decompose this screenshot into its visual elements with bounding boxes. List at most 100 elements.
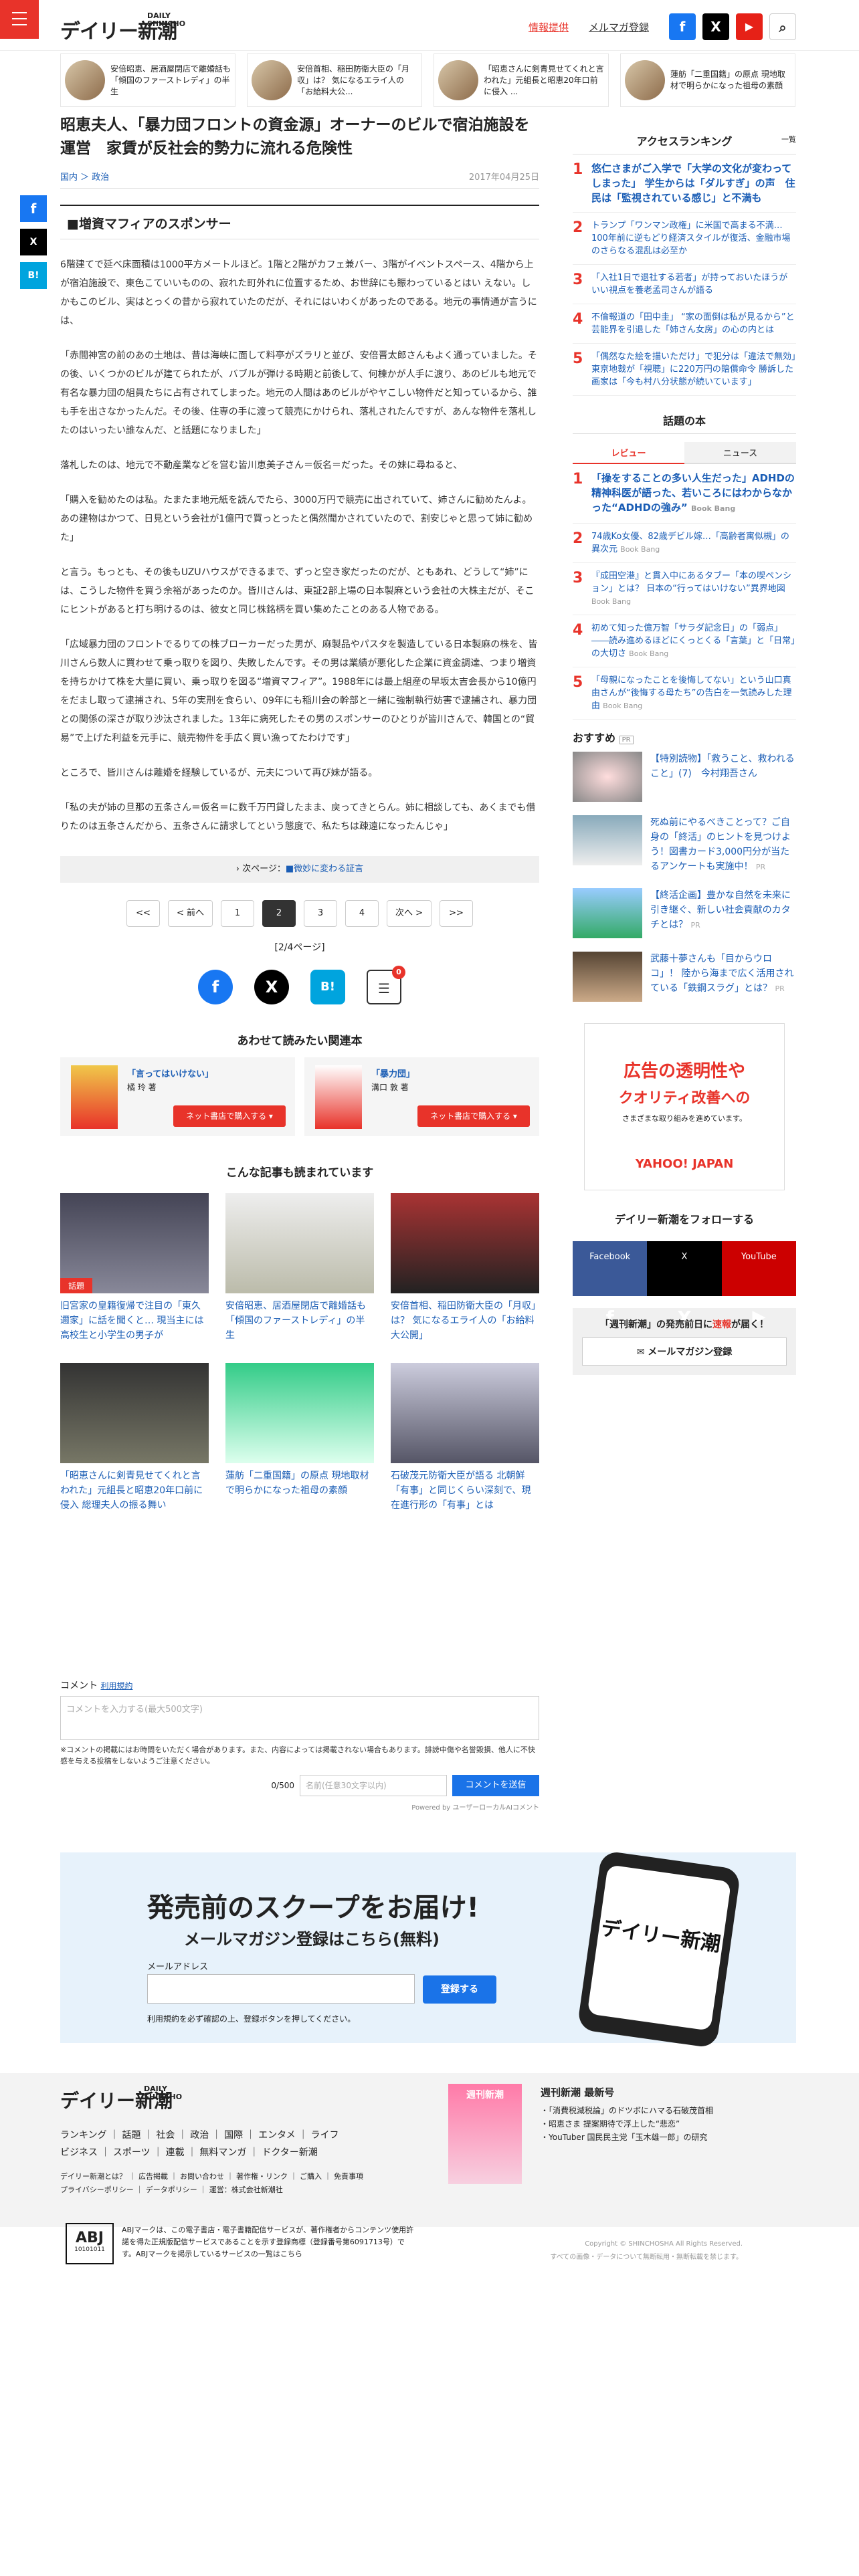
footer-small-2[interactable]: プライバシーポリシー ｜ データポリシー ｜ 運営：株式会社新潮社 (60, 2184, 283, 2195)
category-link[interactable]: 政治 (92, 173, 109, 183)
page-1[interactable]: 1 (221, 900, 254, 927)
magazine-item[interactable]: ・昭恵さま 提案期待で浮上した“悲恋” (541, 2117, 713, 2131)
footer-nav-2[interactable]: ビジネス ｜ スポーツ ｜ 連載 ｜ 無料マンガ ｜ ドクター新潮 (60, 2145, 318, 2159)
related-card[interactable]: 話題 旧宮家の皇籍復帰で注目の「東久邇家」に話を聞くと… 現当主には高校生と小学生… (60, 1193, 209, 1343)
related-card[interactable]: 蓮舫「二重国籍」の原点 現地取材で明らかになった祖母の素顔 (225, 1363, 374, 1513)
youtube-follow-button[interactable]: YouTube ▶ (721, 1241, 796, 1327)
tab-review[interactable]: レビュー (573, 442, 684, 464)
page-next[interactable]: 次へ > (387, 900, 432, 927)
ranking-item[interactable]: 4 不倫報道の「田中圭」 “家の面倒は私が見るから”と芸能界を引退した「姉さん女房… (573, 304, 796, 344)
page-first[interactable]: << (126, 900, 160, 927)
next-page-box[interactable]: › 次ページ：■微妙に変わる証言 (60, 856, 539, 883)
related-title[interactable]: 安倍首相、稲田防衛大臣の「月収」は？ 気になるエライ人の「お給料大公開」 (391, 1299, 539, 1343)
tab-news[interactable]: ニュース (684, 442, 796, 464)
strip-item[interactable]: 蓮舫「二重国籍」の原点 現地取材で明らかになった祖母の素顔 (620, 53, 795, 107)
recommend-item[interactable]: 【終活企画】豊かな自然を未来に引き継ぐ、新しい社会貢献のカタチとは？ PR (573, 881, 796, 945)
ranking-item[interactable]: 3 「入社1日で退社する若者」が持っておいたほうがいい視点を養老孟司さんが語る (573, 265, 796, 304)
book-rank-item[interactable]: 5 「母親になったことを後悔してない」という山口真由さんが“後悔する母たち”の告白… (573, 667, 796, 720)
related-image (225, 1363, 374, 1463)
x-icon[interactable]: X (702, 13, 729, 40)
related-card[interactable]: 安倍首相、稲田防衛大臣の「月収」は？ 気になるエライ人の「お給料大公開」 (391, 1193, 539, 1343)
name-input[interactable]: 名前(任意30文字以内) (300, 1775, 447, 1796)
comment-submit-button[interactable]: コメントを送信 (452, 1775, 539, 1796)
strip-item[interactable]: 安倍首相、稲田防衛大臣の「月収」は？ 気になるエライ人の「お給料大公... (247, 53, 422, 107)
ad-banner[interactable]: 広告の透明性や クオリティ改善への さまざまな取り組みを進めています。 YAHO… (584, 1023, 785, 1190)
magazine-item[interactable]: ・「消費税減税論」のドツボにハマる石破茂首相 (541, 2104, 713, 2117)
facebook-share-icon[interactable]: f (20, 195, 47, 222)
related-title[interactable]: 安倍昭恵、居酒屋閉店で離婚話も 「傾国のファーストレディ」の半生 (225, 1299, 374, 1343)
recommend-item[interactable]: 【特別読物】「救うこと、救われること」(7) 今村翔吾さん (573, 745, 796, 809)
book-rank-item[interactable]: 4 初めて知った億万智「サラダ記念日」の「弱点」――読み進めるほどにくっとくる「言… (573, 615, 796, 667)
related-title[interactable]: 石破茂元防衛大臣が語る 北朝鮮「有事」と同じくらい深刻で、現在進行形の「有事」と… (391, 1469, 539, 1513)
magazine-cover[interactable]: 週刊新潮 (448, 2084, 522, 2184)
register-button[interactable]: 登録する (423, 1975, 496, 2004)
menu-button[interactable] (0, 0, 39, 39)
strip-item[interactable]: 「昭恵さんに剣青見せてくれと言われた」元組長と昭恵20年口前に侵入 ... (434, 53, 609, 107)
related-title[interactable]: 蓮舫「二重国籍」の原点 現地取材で明らかになった祖母の素顔 (225, 1469, 374, 1498)
recommend-title[interactable]: 武藤十夢さんも「目からウロコ」！ 陸から海まで広く活用されている「鉄鋼スラグ」と… (650, 954, 793, 994)
comment-icon[interactable]: ☰ 0 (367, 966, 405, 1004)
recommend-item[interactable]: 武藤十夢さんも「目からウロコ」！ 陸から海まで広く活用されている「鉄鋼スラグ」と… (573, 945, 796, 1008)
email-input[interactable] (147, 1974, 415, 2004)
rank-title[interactable]: 初めて知った億万智「サラダ記念日」の「弱点」――読み進めるほどにくっとくる「言葉… (591, 623, 795, 659)
x-share-icon[interactable]: X (20, 229, 47, 255)
facebook-follow-button[interactable]: Facebook f (573, 1241, 648, 1329)
comment-input[interactable]: コメントを入力する(最大500文字) (60, 1696, 539, 1740)
related-title[interactable]: 「昭恵さんに剣青見せてくれと言われた」元組長と昭恵20年口前に侵入 総理夫人の振… (60, 1469, 209, 1513)
page-3[interactable]: 3 (304, 900, 337, 927)
recommend-title[interactable]: 【特別読物】「救うこと、救われること」(7) 今村翔吾さん (650, 752, 796, 802)
hatena-share-icon[interactable]: B! (310, 970, 345, 1004)
book-rank-item[interactable]: 2 74歳Ko女優、82歳デビル嫁…「高齢者寓似槻」の異次元 Book Bang (573, 524, 796, 563)
category-link[interactable]: 国内 (60, 173, 78, 183)
page-prev[interactable]: < 前へ (167, 900, 213, 927)
book-title[interactable]: 「暴力団」 (371, 1067, 415, 1079)
facebook-follow-label: Facebook (589, 1252, 631, 1262)
buy-button[interactable]: ネット書店で購入する ▾ (173, 1105, 286, 1127)
search-icon[interactable]: ⌕ (769, 13, 796, 40)
next-page-link[interactable]: ■微妙に変わる証言 (286, 864, 363, 874)
related-title[interactable]: 旧宮家の皇籍復帰で注目の「東久邇家」に話を聞くと… 現当主には高校生と小学生の男… (60, 1299, 209, 1343)
recommend-title[interactable]: 死ぬ前にやるべきことって？ご自身の「終活」のヒントを見つけよう！図書カード3,0… (650, 817, 791, 872)
book-rank-item[interactable]: 3 『成田空港』と貫入中にあるタブー「本の喫ペンション」とは？ 日本の“行ってはい… (573, 563, 796, 615)
recommend-item[interactable]: 死ぬ前にやるべきことって？ご自身の「終活」のヒントを見つけよう！図書カード3,0… (573, 809, 796, 881)
footer-nav-1[interactable]: ランキング ｜ 話題 ｜ 社会 ｜ 政治 ｜ 国際 ｜ エンタメ ｜ ライフ (60, 2128, 339, 2141)
abj-text[interactable]: ABJマークは、この電子書店・電子書籍配信サービスが、著作権者からコンテンツ使用… (122, 2224, 416, 2260)
rank-title[interactable]: 不倫報道の「田中圭」 “家の面倒は私が見るから”と芸能界を引退した「姉さん女房」… (591, 311, 796, 336)
ranking-item[interactable]: 5 「偶然なた絵を描いただけ」で犯分は「違法で無効」東京地裁が「視聴」に220万円… (573, 344, 796, 396)
magazine-item[interactable]: ・YouTuber 国民民主党「玉木雄一郎」の研究 (541, 2131, 713, 2144)
related-card[interactable]: 石破茂元防衛大臣が語る 北朝鮮「有事」と同じくらい深刻で、現在進行形の「有事」と… (391, 1363, 539, 1513)
rank-title[interactable]: 「偶然なた絵を描いただけ」で犯分は「違法で無効」東京地裁が「視聴」に220万円の… (591, 350, 796, 389)
recommend-title[interactable]: 【終活企画】豊かな自然を未来に引き継ぐ、新しい社会貢献のカタチとは？ (650, 890, 791, 930)
tip-link[interactable]: 情報提供 (529, 20, 569, 34)
comment-rules-link[interactable]: 利用規約 (100, 1681, 132, 1691)
ranking-all-link[interactable]: 一覧 (781, 134, 796, 144)
rank-title[interactable]: トランプ「ワンマン政権」に米国で高まる不満…100年前に逆もどり経済スタイルが復… (591, 219, 796, 257)
page-2[interactable]: 2 (262, 900, 296, 927)
book-rank-item[interactable]: 1 「操をすることの多い人生だった」ADHDの精神科医が語った、若いころにはわから… (573, 464, 796, 524)
rank-source: Book Bang (591, 597, 632, 606)
related-card[interactable]: 安倍昭恵、居酒屋閉店で離婚話も 「傾国のファーストレディ」の半生 (225, 1193, 374, 1343)
rank-title[interactable]: 「入社1日で退社する若者」が持っておいたほうがいい視点を養老孟司さんが語る (591, 272, 796, 297)
related-image (225, 1193, 374, 1293)
footer-small-1[interactable]: デイリー新潮とは？ ｜ 広告掲載 ｜ お問い合わせ ｜ 著作権・リンク ｜ ご購… (60, 2171, 363, 2181)
strip-item[interactable]: 安倍昭恵、居酒屋閉店で離婚話も「傾国のファーストレディ」の半生 (60, 53, 235, 107)
x-share-icon[interactable]: X (254, 970, 289, 1004)
book-item[interactable]: 「暴力団」 溝口 敦 著 ネット書店で購入する ▾ (304, 1057, 539, 1136)
facebook-share-icon[interactable]: f (198, 970, 233, 1004)
related-card[interactable]: 「昭恵さんに剣青見せてくれと言われた」元組長と昭恵20年口前に侵入 総理夫人の振… (60, 1363, 209, 1513)
book-title[interactable]: 「言ってはいけない」 (127, 1067, 213, 1079)
page-last[interactable]: >> (440, 900, 474, 927)
hatena-share-icon[interactable]: B! (20, 262, 47, 289)
book-item[interactable]: 「言ってはいけない」 橘 玲 著 ネット書店で購入する ▾ (60, 1057, 295, 1136)
rank-title[interactable]: 『成田空港』と貫入中にあるタブー「本の喫ペンション」とは？ 日本の“行ってはいけ… (591, 571, 791, 594)
ranking-item[interactable]: 1 悠仁さまがご入学で「大学の文化が変わってしまった」 学生からは「ダルすぎ」の声… (573, 154, 796, 213)
section-heading-text: ■増資マフィアのスポンサー (67, 217, 231, 231)
buy-button[interactable]: ネット書店で購入する ▾ (417, 1105, 530, 1127)
rank-title[interactable]: 悠仁さまがご入学で「大学の文化が変わってしまった」 学生からは「ダルすぎ」の声 … (591, 161, 796, 205)
ranking-item[interactable]: 2 トランプ「ワンマン政権」に米国で高まる不満…100年前に逆もどり経済スタイルが… (573, 213, 796, 265)
facebook-icon[interactable]: f (669, 13, 696, 40)
newsletter-link[interactable]: メルマガ登録 (589, 20, 649, 34)
x-follow-button[interactable]: XX (647, 1241, 722, 1329)
page-4[interactable]: 4 (345, 900, 379, 927)
youtube-icon[interactable]: ▶ (736, 13, 763, 40)
